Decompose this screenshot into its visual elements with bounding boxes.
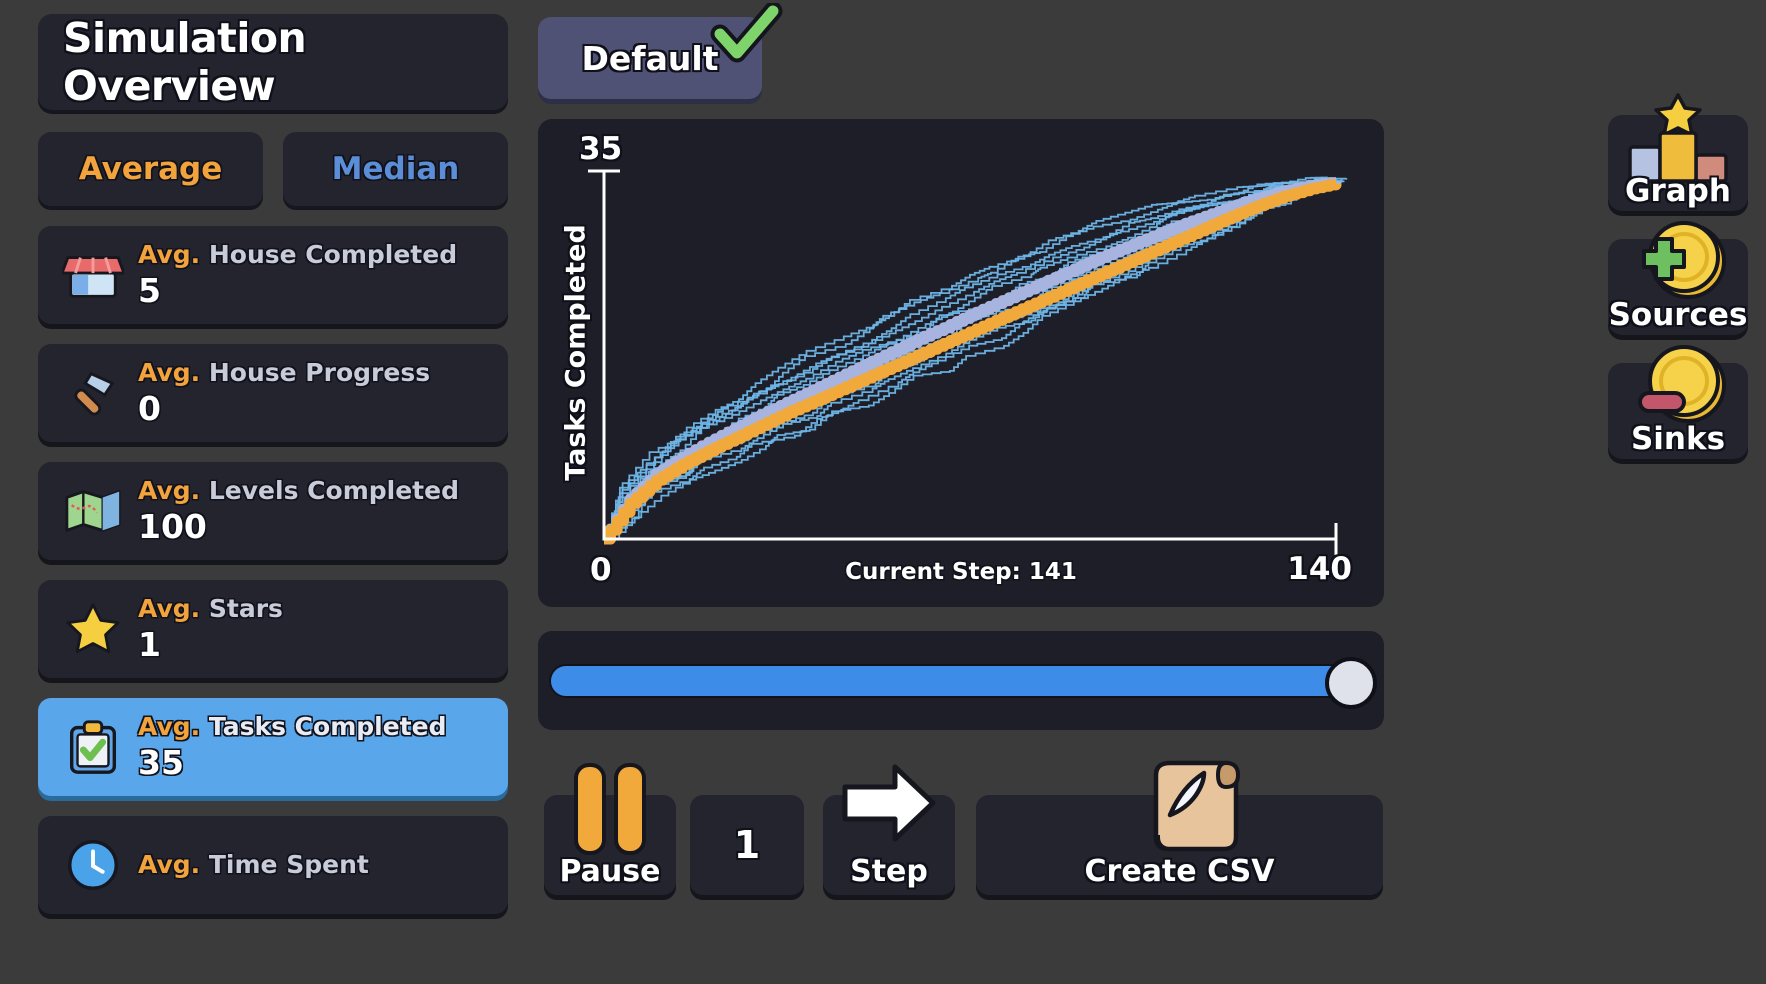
- mode-toggle-group: Average Median: [38, 132, 508, 206]
- pause-label: Pause: [559, 854, 661, 889]
- stat-prefix: Avg.: [138, 476, 201, 505]
- left-sidebar: Simulation Overview Average Median Avg. …: [38, 14, 508, 914]
- page-title: Simulation Overview: [63, 14, 307, 110]
- stat-label: Avg. Time Spent: [138, 850, 369, 879]
- y-axis-title: Tasks Completed: [560, 224, 592, 481]
- y-axis-max-label: 35: [579, 131, 623, 167]
- stat-prefix: Avg.: [138, 849, 201, 879]
- stat-name: Stars: [208, 594, 283, 623]
- stat-value: 35: [138, 743, 184, 782]
- clipboard-icon: [54, 708, 132, 786]
- timeline-slider-panel: [538, 631, 1384, 730]
- chart-average-line: [604, 179, 1342, 545]
- stat-label: Avg. Tasks Completed: [138, 712, 446, 741]
- stat-prefix: Avg.: [138, 240, 201, 269]
- arrow-right-icon: [837, 757, 941, 853]
- step-label: Step: [850, 854, 928, 889]
- stat-prefix: Avg.: [138, 594, 201, 623]
- current-step-label: Current Step: 141: [845, 559, 1077, 585]
- star-icon: [54, 590, 132, 668]
- stat-prefix: Avg.: [138, 712, 201, 741]
- chart-panel: 35 0 140 Tasks Completed Current Step: 1…: [538, 119, 1384, 607]
- stat-card-house-progress[interactable]: Avg. House Progress 0: [38, 344, 508, 442]
- hammer-icon: [54, 354, 132, 432]
- stat-text: Avg. Time Spent: [138, 850, 369, 881]
- stat-name: Tasks Completed: [208, 712, 447, 741]
- stat-card-stars[interactable]: Avg. Stars 1: [38, 580, 508, 678]
- stat-value: 100: [138, 507, 207, 546]
- stat-card-house-completed[interactable]: Avg. House Completed 5: [38, 226, 508, 324]
- stat-value: 1: [138, 625, 161, 664]
- step-button[interactable]: Step: [823, 764, 955, 895]
- store-icon: [54, 236, 132, 314]
- stat-label: Avg. House Completed: [138, 240, 457, 269]
- timeline-slider-track[interactable]: [549, 657, 1377, 709]
- sources-label: Sources: [1608, 297, 1748, 333]
- stat-name: Time Spent: [208, 849, 369, 879]
- stat-text: Avg. Stars 1: [138, 594, 283, 664]
- create-csv-button[interactable]: Create CSV: [976, 760, 1383, 895]
- preset-default-button[interactable]: Default: [538, 1, 783, 99]
- stat-label: Avg. House Progress: [138, 358, 430, 387]
- green-check-icon: [710, 1, 784, 65]
- stat-name: House Completed: [208, 240, 458, 269]
- right-rail: Graph Sources Sinks: [1608, 93, 1748, 487]
- stat-card-levels-completed[interactable]: Avg. Levels Completed 100: [38, 462, 508, 560]
- timeline-slider-handle[interactable]: [1325, 657, 1377, 709]
- stat-value: 0: [138, 389, 161, 428]
- chart-median-line: [604, 177, 1342, 545]
- map-icon: [54, 472, 132, 550]
- sinks-label: Sinks: [1630, 421, 1726, 457]
- preset-default-label: Default: [581, 38, 719, 78]
- stat-value: 5: [138, 271, 161, 310]
- stat-prefix: Avg.: [138, 358, 201, 387]
- stat-name: Levels Completed: [208, 476, 459, 505]
- stat-text: Avg. House Progress 0: [138, 358, 430, 428]
- sinks-button[interactable]: Sinks: [1608, 345, 1748, 459]
- stat-label: Avg. Levels Completed: [138, 476, 459, 505]
- scroll-quill-icon: [1140, 753, 1256, 863]
- chart-run-lines: [604, 176, 1348, 540]
- tasks-completed-chart: [588, 169, 1348, 555]
- timeline-slider-fill: [549, 657, 1377, 709]
- stat-text: Avg. Levels Completed 100: [138, 476, 459, 546]
- sources-button[interactable]: Sources: [1608, 221, 1748, 335]
- clock-icon: [54, 826, 132, 904]
- tab-median[interactable]: Median: [283, 132, 508, 206]
- create-csv-label: Create CSV: [1084, 854, 1275, 889]
- stat-text: Avg. House Completed 5: [138, 240, 457, 310]
- pause-icon: [564, 761, 656, 861]
- stat-card-tasks-completed[interactable]: Avg. Tasks Completed 35: [38, 698, 508, 796]
- page-title-card: Simulation Overview: [38, 14, 508, 110]
- stat-card-time-spent[interactable]: Avg. Time Spent: [38, 816, 508, 914]
- graph-button[interactable]: Graph: [1608, 93, 1748, 211]
- speed-button[interactable]: 1: [690, 795, 804, 895]
- pause-button[interactable]: Pause: [544, 763, 676, 895]
- graph-label: Graph: [1625, 173, 1731, 209]
- speed-value: 1: [733, 823, 761, 867]
- tab-average[interactable]: Average: [38, 132, 263, 206]
- stat-name: House Progress: [208, 358, 431, 387]
- stat-text: Avg. Tasks Completed 35: [138, 712, 446, 782]
- stat-label: Avg. Stars: [138, 594, 283, 623]
